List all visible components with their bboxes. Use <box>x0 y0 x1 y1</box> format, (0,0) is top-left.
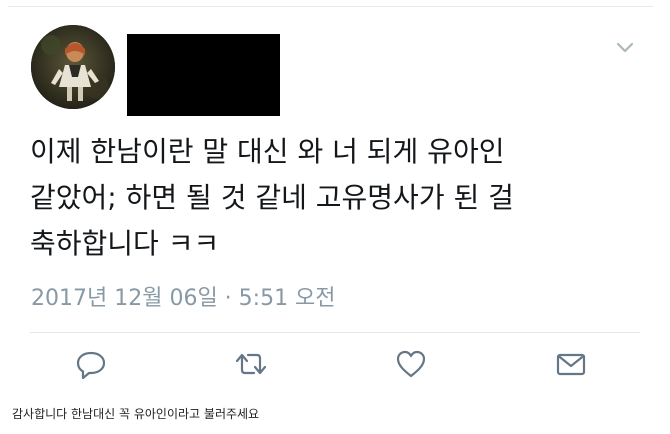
tweet-text: 이제 한남이란 말 대신 와 너 되게 유아인 같았어; 하면 될 것 같네 고… <box>30 129 640 267</box>
tweet-text-line: 이제 한남이란 말 대신 와 너 되게 유아인 <box>30 135 505 168</box>
tweet-card: 이제 한남이란 말 대신 와 너 되게 유아인 같았어; 하면 될 것 같네 고… <box>8 6 653 404</box>
tweet-timestamp[interactable]: 2017년 12월 06일 · 5:51 오전 <box>31 282 336 316</box>
divider <box>30 332 640 333</box>
like-icon[interactable] <box>394 347 428 381</box>
redacted-username <box>127 34 280 116</box>
screenshot-frame: 이제 한남이란 말 대신 와 너 되게 유아인 같았어; 하면 될 것 같네 고… <box>0 0 670 434</box>
chevron-down-icon[interactable] <box>614 39 636 55</box>
avatar-image <box>31 25 115 109</box>
image-caption: 감사합니다 한남대신 꼭 유아인이라고 불러주세요 <box>12 407 260 421</box>
tweet-text-line: 축하합니다 ㅋㅋ <box>30 227 220 260</box>
retweet-icon[interactable] <box>234 347 268 381</box>
avatar[interactable] <box>31 25 115 109</box>
tweet-action-bar <box>8 347 653 387</box>
direct-message-icon[interactable] <box>554 347 588 381</box>
tweet-text-line: 같았어; 하면 될 것 같네 고유명사가 된 걸 <box>30 181 514 214</box>
reply-icon[interactable] <box>74 347 108 381</box>
